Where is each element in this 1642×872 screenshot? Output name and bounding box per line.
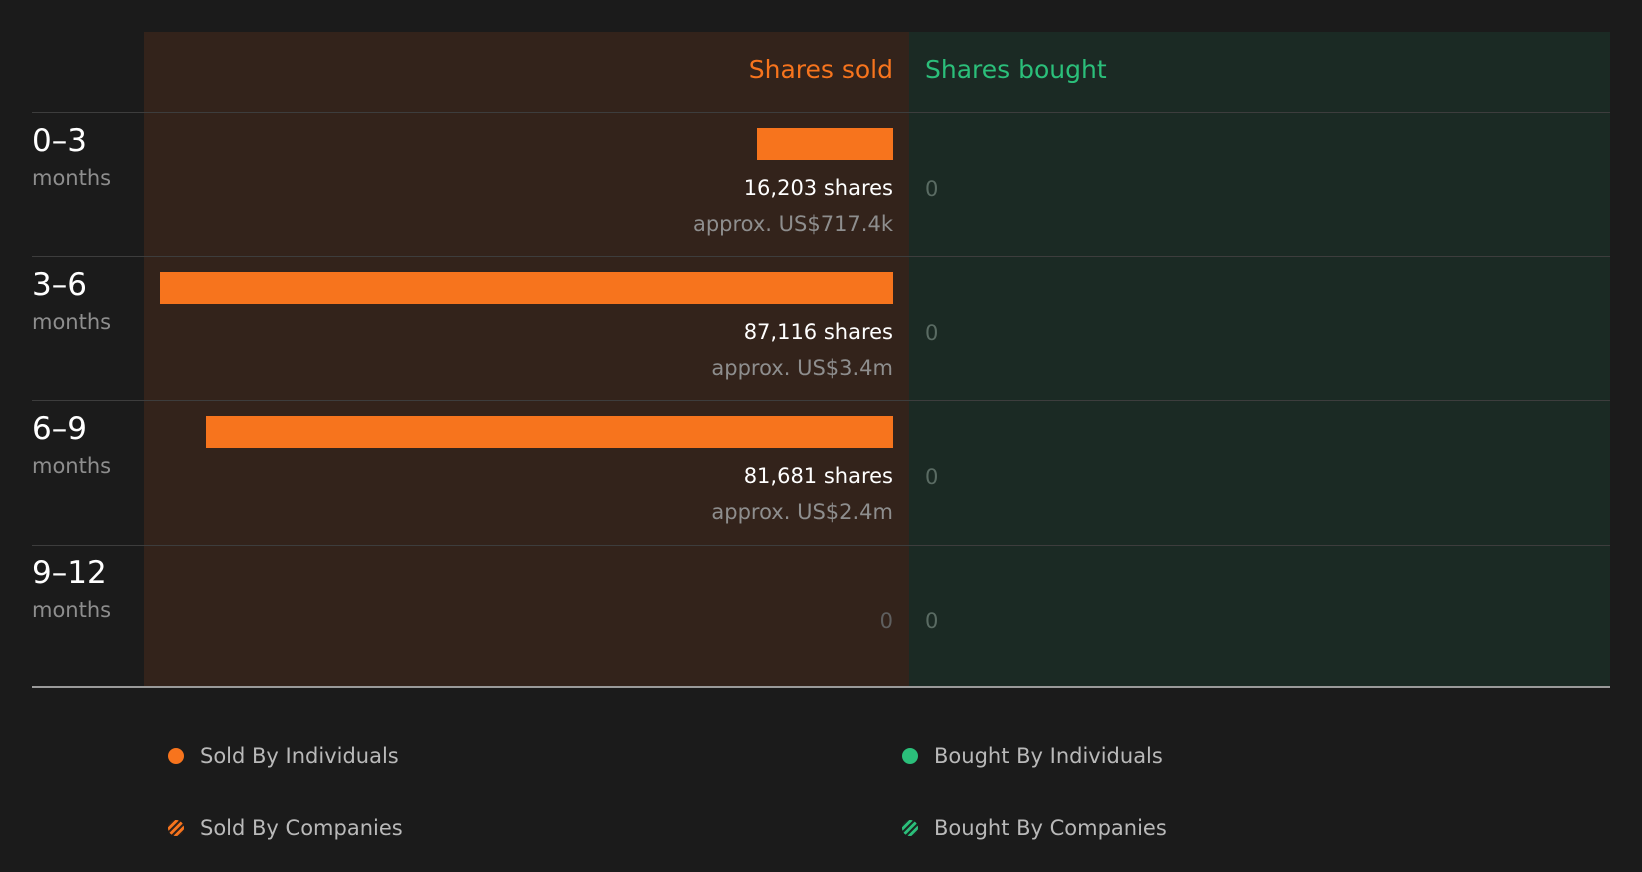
legend-label: Bought By Individuals: [934, 744, 1163, 768]
row-divider: [32, 112, 1610, 113]
period-range: 0–3: [32, 123, 87, 159]
legend-label: Bought By Companies: [934, 816, 1167, 840]
shares-bought-header: Shares bought: [925, 55, 1107, 84]
sold-bar-0-3: [757, 128, 893, 160]
legend-bought-by-companies: Bought By Companies: [902, 813, 1167, 843]
row-divider: [32, 256, 1610, 257]
period-label-3-6: 3–6 months: [32, 267, 142, 335]
period-unit: months: [32, 310, 112, 334]
sold-value-label: approx. US$2.4m: [711, 500, 893, 524]
sold-shares-label: 16,203 shares: [743, 176, 893, 200]
bought-zero-label: 0: [925, 321, 939, 345]
shares-sold-header: Shares sold: [748, 55, 893, 84]
period-label-6-9: 6–9 months: [32, 411, 142, 479]
sold-bar-3-6: [160, 272, 893, 304]
sold-bar-6-9: [206, 416, 893, 448]
solid-orange-dot-icon: [168, 748, 184, 764]
chart-baseline: [32, 686, 1610, 688]
hatched-green-dot-icon: [902, 820, 918, 836]
period-label-0-3: 0–3 months: [32, 123, 142, 191]
row-divider: [32, 545, 1610, 546]
bought-zero-label: 0: [925, 609, 939, 633]
row-divider: [32, 400, 1610, 401]
legend-bought-by-individuals: Bought By Individuals: [902, 741, 1163, 771]
sold-shares-label: 87,116 shares: [743, 320, 893, 344]
sold-shares-label: 81,681 shares: [743, 464, 893, 488]
bought-zero-label: 0: [925, 465, 939, 489]
shares-bought-panel: [909, 32, 1610, 687]
period-unit: months: [32, 454, 112, 478]
period-range: 3–6: [32, 267, 87, 303]
bought-zero-label: 0: [925, 177, 939, 201]
period-unit: months: [32, 598, 112, 622]
period-unit: months: [32, 166, 112, 190]
sold-value-label: approx. US$3.4m: [711, 356, 893, 380]
legend-label: Sold By Individuals: [200, 744, 399, 768]
solid-green-dot-icon: [902, 748, 918, 764]
legend-sold-by-individuals: Sold By Individuals: [168, 741, 399, 771]
legend-sold-by-companies: Sold By Companies: [168, 813, 403, 843]
period-label-9-12: 9–12 months: [32, 555, 142, 623]
sold-value-label: approx. US$717.4k: [692, 212, 893, 236]
hatched-orange-dot-icon: [168, 820, 184, 836]
sold-zero-label: 0: [879, 609, 893, 633]
period-range: 6–9: [32, 411, 87, 447]
legend-label: Sold By Companies: [200, 816, 403, 840]
period-range: 9–12: [32, 555, 107, 591]
